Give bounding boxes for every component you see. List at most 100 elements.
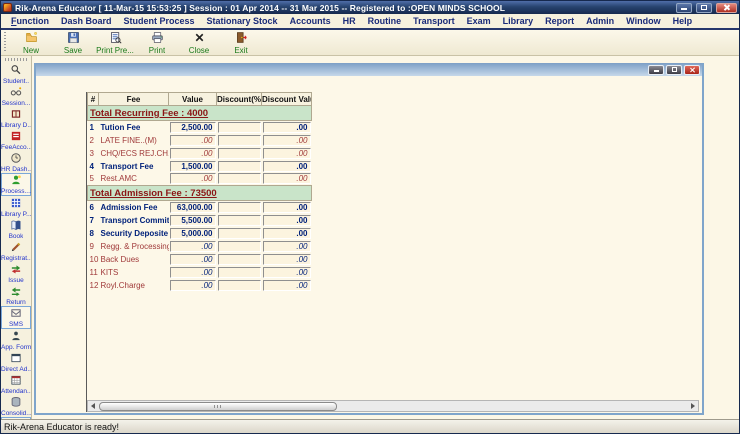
sms-icon: [10, 307, 22, 321]
child-minimize-button[interactable]: [648, 65, 664, 75]
menu-item-help[interactable]: Help: [667, 16, 699, 26]
menu-item-library[interactable]: Library: [497, 16, 540, 26]
sidebar-item-hr-dash[interactable]: HR Dash...: [1, 151, 31, 173]
sidebar-item-feeacco[interactable]: FeeAcco...: [1, 129, 31, 151]
value-cell[interactable]: 1,500.00: [170, 161, 216, 172]
print-button[interactable]: Print: [136, 31, 178, 55]
discount-value-cell[interactable]: .00: [263, 228, 311, 239]
toolbar-button-label: Print: [149, 46, 165, 55]
sidebar-item-consolid[interactable]: Consolid...: [1, 395, 31, 417]
discount-value-cell[interactable]: .00: [263, 148, 311, 159]
toolbar-drag-handle[interactable]: [4, 32, 6, 52]
discount-value-cell[interactable]: .00: [263, 254, 311, 265]
scroll-right-button[interactable]: [688, 401, 698, 411]
menu-item-stationary-stock[interactable]: Stationary Stock: [201, 16, 284, 26]
value-cell[interactable]: 2,500.00: [170, 122, 216, 133]
new-button[interactable]: New: [10, 31, 52, 55]
menu-item-window[interactable]: Window: [620, 16, 666, 26]
value-cell[interactable]: .00: [170, 267, 216, 278]
sidebar-drag-handle[interactable]: [5, 58, 27, 61]
minimize-button[interactable]: [676, 3, 692, 13]
discount-value-cell[interactable]: .00: [263, 280, 311, 291]
sidebar-item-book[interactable]: Book: [1, 218, 31, 240]
discount-percent-cell[interactable]: [218, 280, 261, 291]
scrollbar-thumb[interactable]: [99, 402, 337, 411]
save-button[interactable]: Save: [52, 31, 94, 55]
discount-value-cell[interactable]: .00: [263, 161, 311, 172]
discount-value-cell[interactable]: .00: [263, 202, 311, 213]
section-title: Total Recurring Fee : 4000: [88, 106, 312, 121]
value-cell[interactable]: .00: [170, 254, 216, 265]
menu-item-hr[interactable]: HR: [337, 16, 362, 26]
menu-item-student-process[interactable]: Student Process: [118, 16, 201, 26]
menu-item-transport[interactable]: Transport: [407, 16, 461, 26]
discount-percent-cell[interactable]: [218, 241, 261, 252]
value-cell[interactable]: .00: [170, 173, 216, 184]
discount-value-cell[interactable]: .00: [263, 122, 311, 133]
child-maximize-button[interactable]: [666, 65, 682, 75]
navigation-sidebar: Student..Session...Library D...FeeAcco..…: [1, 56, 32, 419]
discount-percent-cell[interactable]: [218, 148, 261, 159]
sidebar-item-direct-ad[interactable]: Direct Ad...: [1, 351, 31, 373]
sidebar-item-app-form[interactable]: App. Form: [1, 329, 31, 351]
sidebar-item-process[interactable]: Process....: [1, 173, 31, 196]
menu-item-report[interactable]: Report: [539, 16, 580, 26]
discount-percent-cell[interactable]: [218, 122, 261, 133]
row-number: 5: [88, 173, 99, 186]
menu-item-function[interactable]: Function: [5, 16, 55, 26]
value-cell[interactable]: .00: [170, 135, 216, 146]
value-cell[interactable]: 5,500.00: [170, 215, 216, 226]
discount-value-cell[interactable]: .00: [263, 267, 311, 278]
sidebar-item-library-p[interactable]: Library P...: [1, 196, 31, 218]
fee-row: 9Regg. & Processing Fee.00.00: [88, 240, 312, 253]
discount-percent-cell[interactable]: [218, 202, 261, 213]
value-cell[interactable]: 63,000.00: [170, 202, 216, 213]
discount-percent-cell[interactable]: [218, 215, 261, 226]
discount-value-cell[interactable]: .00: [263, 215, 311, 226]
discount-percent-cell[interactable]: [218, 173, 261, 184]
fee-table-body: Total Recurring Fee : 40001Tution Fee2,5…: [88, 106, 312, 292]
value-cell[interactable]: .00: [170, 241, 216, 252]
fee-table: #FeeValueDiscount(%)Discount Value Total…: [87, 92, 312, 292]
close-button[interactable]: Close: [178, 31, 220, 55]
sidebar-item-label: Attendan...: [1, 388, 31, 395]
menu-item-dash-board[interactable]: Dash Board: [55, 16, 118, 26]
close-button[interactable]: [716, 3, 737, 13]
row-number: 3: [88, 147, 99, 160]
scroll-left-button[interactable]: [88, 401, 98, 411]
sidebar-item-issue[interactable]: Issue: [1, 262, 31, 284]
value-cell[interactable]: 5,000.00: [170, 228, 216, 239]
sidebar-item-library-d[interactable]: Library D...: [1, 107, 31, 129]
value-cell[interactable]: .00: [170, 148, 216, 159]
exit-button[interactable]: Exit: [220, 31, 262, 55]
sidebar-item-label: Return: [6, 299, 26, 306]
discount-percent-cell[interactable]: [218, 161, 261, 172]
exit-icon: [235, 31, 248, 46]
sidebar-item-student[interactable]: Student..: [1, 63, 31, 85]
menu-item-admin[interactable]: Admin: [580, 16, 620, 26]
print-pre-button[interactable]: Print Pre...: [94, 31, 136, 55]
sidebar-item-session[interactable]: Session...: [1, 85, 31, 107]
sidebar-item-registrat[interactable]: Registrat...: [1, 240, 31, 262]
maximize-button[interactable]: [696, 3, 712, 13]
row-number: 10: [88, 253, 99, 266]
horizontal-scrollbar[interactable]: [87, 400, 699, 412]
discount-percent-cell[interactable]: [218, 254, 261, 265]
menu-item-routine[interactable]: Routine: [362, 16, 408, 26]
value-cell[interactable]: .00: [170, 280, 216, 291]
sidebar-item-sms[interactable]: SMS: [1, 306, 31, 329]
discount-percent-cell[interactable]: [218, 267, 261, 278]
fee-row: 12Royl.Charge.00.00: [88, 279, 312, 292]
row-number: 4: [88, 160, 99, 173]
sidebar-item-return[interactable]: Return: [1, 284, 31, 306]
menu-item-accounts[interactable]: Accounts: [284, 16, 337, 26]
discount-value-cell[interactable]: .00: [263, 241, 311, 252]
sidebar-item-attendan[interactable]: Attendan...: [1, 373, 31, 395]
maximize-icon: [672, 67, 677, 72]
discount-value-cell[interactable]: .00: [263, 135, 311, 146]
menu-item-exam[interactable]: Exam: [461, 16, 497, 26]
discount-percent-cell[interactable]: [218, 228, 261, 239]
discount-value-cell[interactable]: .00: [263, 173, 311, 184]
child-close-button[interactable]: [684, 65, 700, 75]
discount-percent-cell[interactable]: [218, 135, 261, 146]
